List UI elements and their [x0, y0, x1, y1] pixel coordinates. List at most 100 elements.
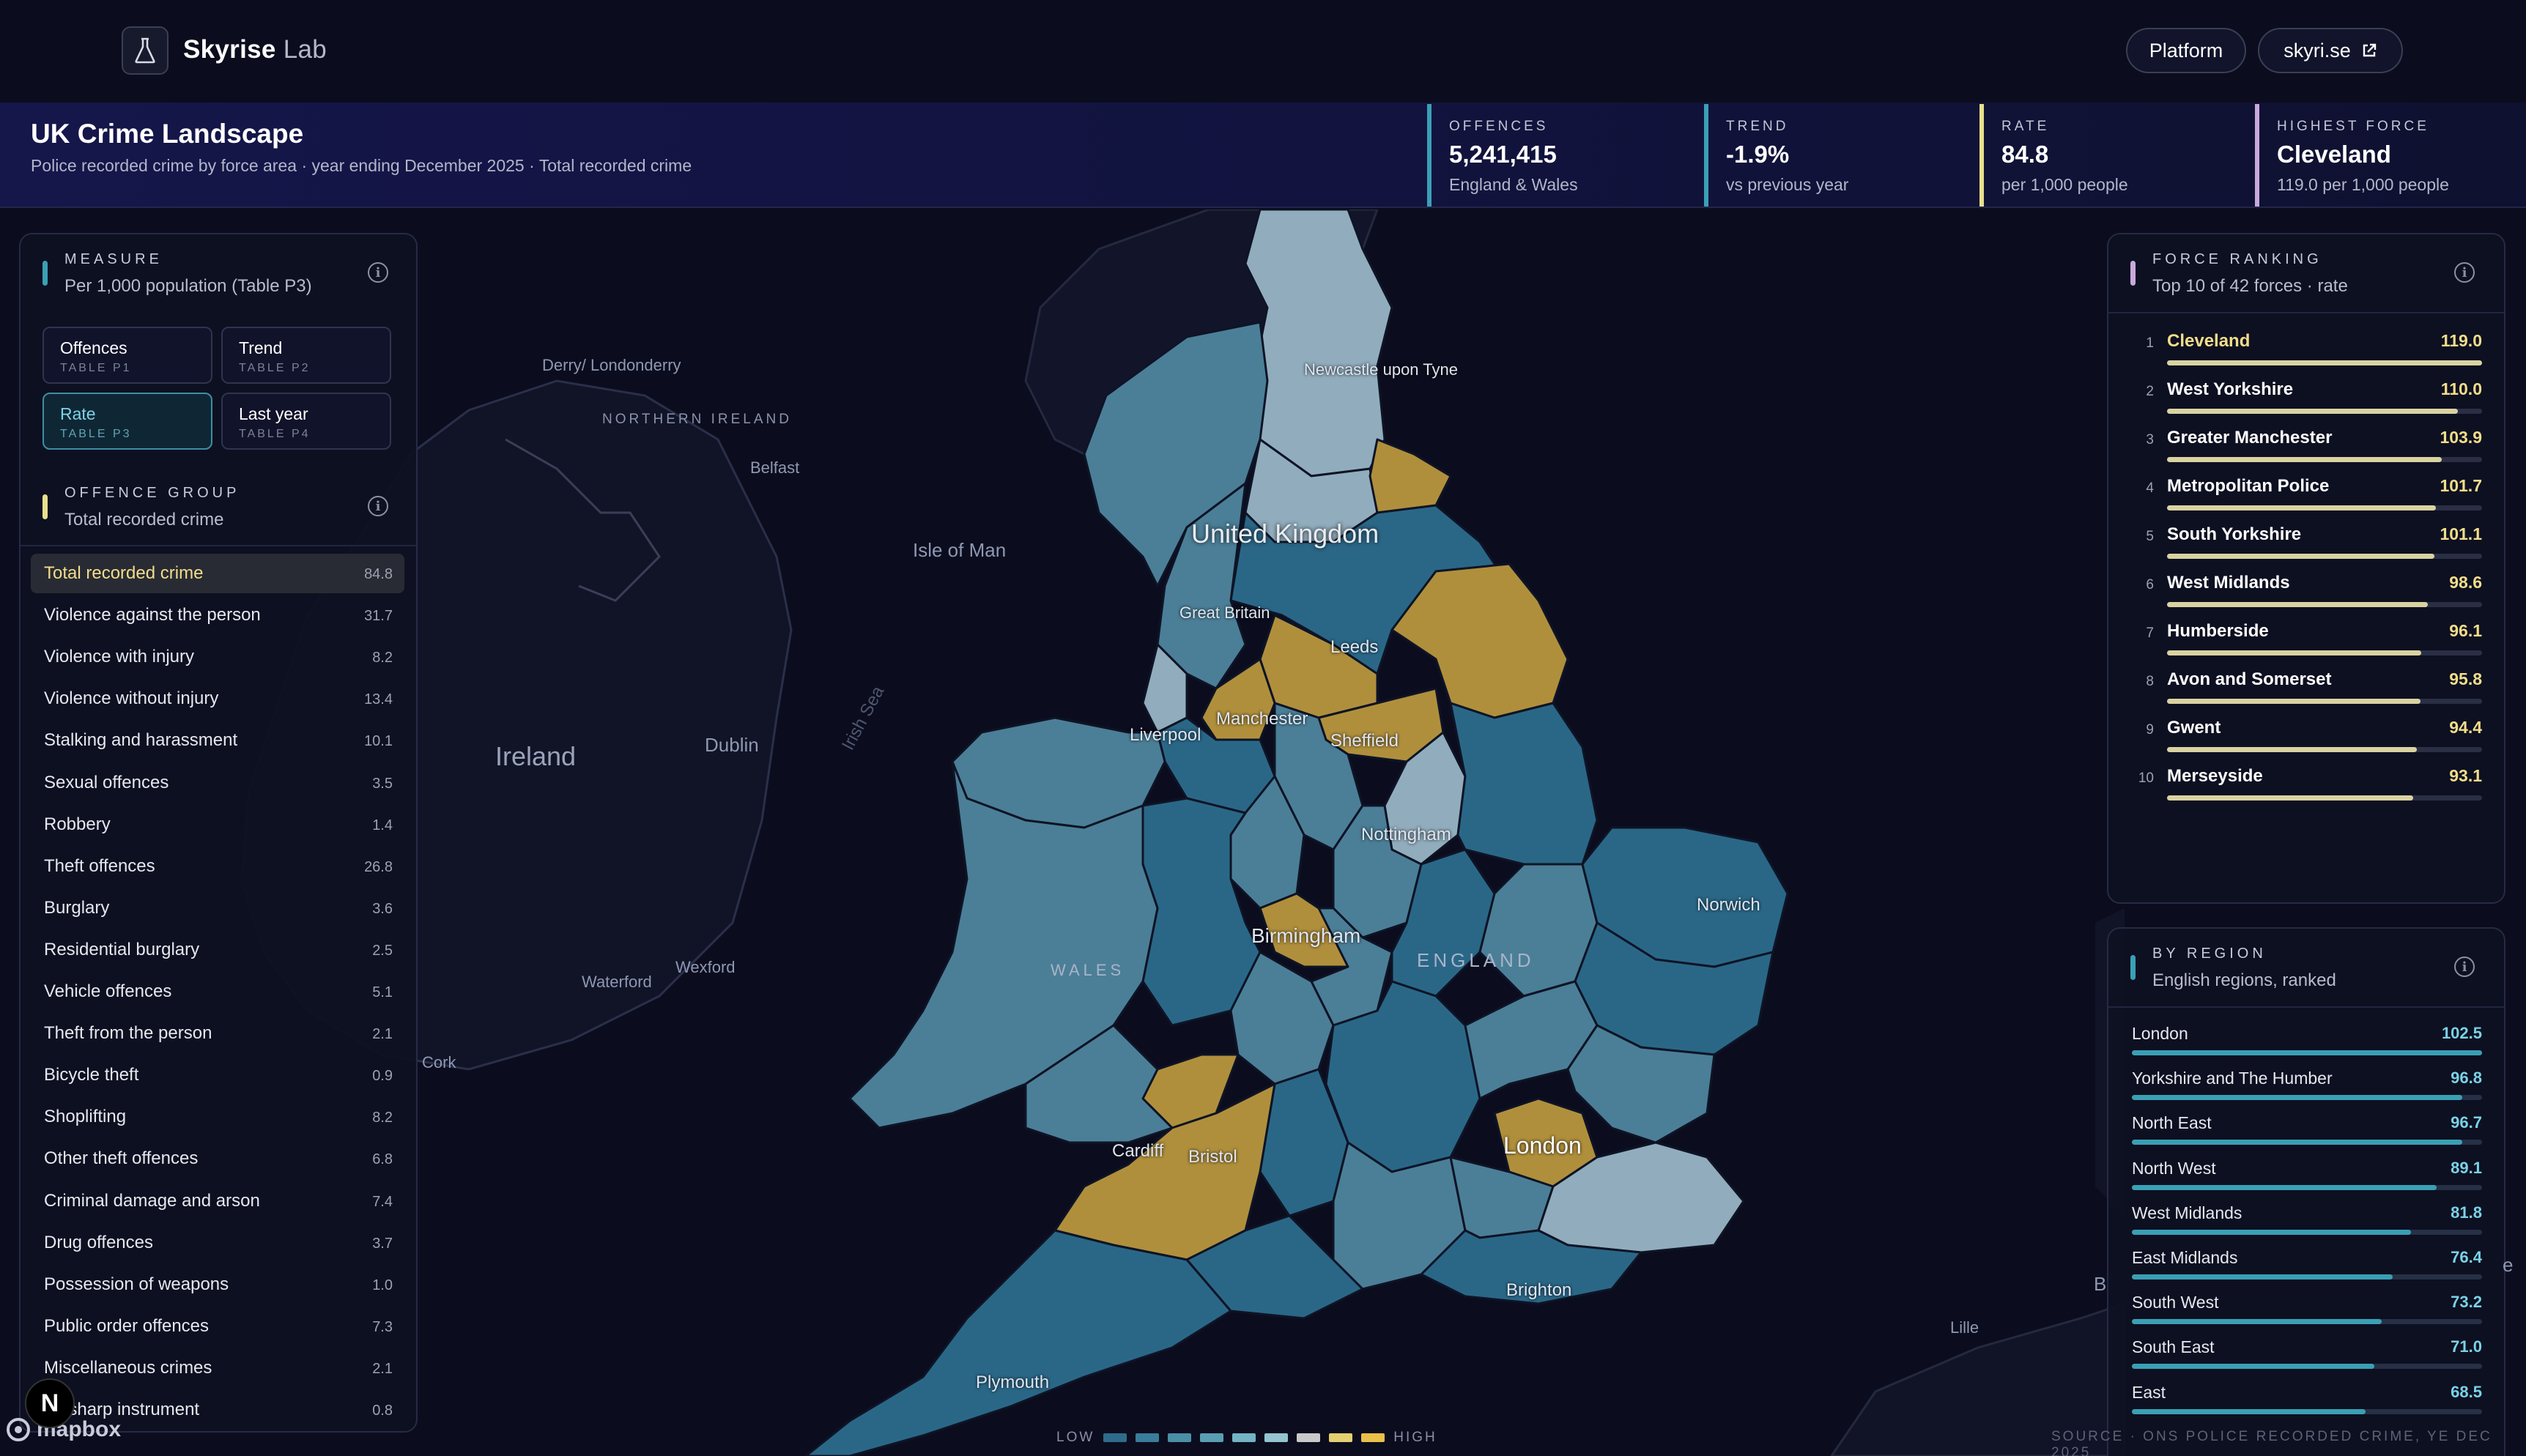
offence-item-value: 1.4	[372, 817, 393, 833]
measure-option-last-year[interactable]: Last year TABLE P4	[221, 393, 391, 450]
legend-swatches	[1103, 1433, 1385, 1442]
force-ranking-row[interactable]: 6 West Midlands 98.6	[2125, 565, 2482, 609]
force-rate-bar-fill	[2167, 554, 2435, 559]
force-rate-bar-fill	[2167, 747, 2418, 752]
offence-item[interactable]: Violence with injury 8.2	[31, 637, 404, 677]
force-ranking-info-icon[interactable]: i	[2454, 262, 2475, 283]
force-cleveland	[1368, 438, 1452, 514]
region-row[interactable]: West Midlands 81.8	[2132, 1197, 2482, 1241]
offence-item[interactable]: Residential burglary 2.5	[31, 930, 404, 970]
map-label-nottingham: Nottingham	[1361, 825, 1451, 844]
region-row[interactable]: North East 96.7	[2132, 1107, 2482, 1151]
kpi-sub: 119.0 per 1,000 people	[2277, 175, 2449, 194]
force-ranking-row[interactable]: 2 West Yorkshire 110.0	[2125, 372, 2482, 416]
force-rate-bar-fill	[2167, 457, 2442, 462]
brand-logo[interactable]: Skyrise Lab	[183, 35, 327, 64]
measure-option-label: Last year	[239, 404, 308, 423]
offence-item[interactable]: Burglary 3.6	[31, 888, 404, 928]
region-row[interactable]: East 68.5	[2132, 1377, 2482, 1421]
offence-item[interactable]: Criminal damage and arson 7.4	[31, 1181, 404, 1221]
force-rate-value: 119.0	[2440, 331, 2482, 350]
force-rank-number: 7	[2146, 625, 2154, 641]
force-devon-cornwall	[804, 1229, 1232, 1456]
measure-option-offences[interactable]: Offences TABLE P1	[42, 327, 212, 384]
platform-label: Platform	[2149, 39, 2223, 62]
region-row[interactable]: North West 89.1	[2132, 1153, 2482, 1197]
offence-item[interactable]: Miscellaneous crimes 2.1	[31, 1348, 404, 1388]
offence-item-name: Sexual offences	[44, 772, 169, 792]
region-row[interactable]: East Midlands 76.4	[2132, 1242, 2482, 1286]
measure-info-icon[interactable]: i	[368, 262, 388, 283]
legend-swatch	[1232, 1433, 1256, 1442]
site-link-button[interactable]: skyri.se	[2258, 28, 2403, 73]
force-ranking-row[interactable]: 8 Avon and Somerset 95.8	[2125, 662, 2482, 706]
by-region-info-icon[interactable]: i	[2454, 957, 2475, 977]
map-label-isle-of-man: Isle of Man	[913, 539, 1007, 561]
offence-item-value: 26.8	[364, 858, 393, 875]
legend-high-label: HIGH	[1393, 1430, 1437, 1445]
force-rate-value: 98.6	[2449, 573, 2482, 592]
measure-option-table: TABLE P4	[239, 428, 311, 440]
offence-item[interactable]: Violence without injury 13.4	[31, 679, 404, 718]
region-value: 73.2	[2451, 1293, 2482, 1312]
site-label: skyri.se	[2284, 39, 2351, 62]
kpi-value: -1.9%	[1726, 141, 1790, 168]
flask-icon[interactable]	[122, 26, 168, 75]
region-bar-fill	[2132, 1274, 2393, 1279]
offence-item[interactable]: Shoplifting 8.2	[31, 1097, 404, 1137]
map-label-liverpool: Liverpool	[1130, 725, 1201, 745]
region-row[interactable]: South West 73.2	[2132, 1287, 2482, 1331]
force-rate-bar-track	[2167, 554, 2482, 559]
region-row[interactable]: Yorkshire and The Humber 96.8	[2132, 1063, 2482, 1107]
measure-option-label: Rate	[60, 404, 96, 423]
map-label-dublin: Dublin	[705, 734, 759, 756]
force-ranking-row[interactable]: 5 South Yorkshire 101.1	[2125, 517, 2482, 561]
region-row[interactable]: South East 71.0	[2132, 1331, 2482, 1375]
map-label-newcastle: Newcastle upon Tyne	[1304, 360, 1458, 379]
force-rate-value: 110.0	[2440, 379, 2482, 398]
offence-item[interactable]: Robbery 1.4	[31, 805, 404, 844]
offence-item-value: 2.5	[372, 942, 393, 959]
offence-item[interactable]: Public order offences 7.3	[31, 1307, 404, 1346]
force-rate-value: 96.1	[2449, 621, 2482, 640]
force-rate-bar-fill	[2167, 650, 2422, 655]
offence-group-info-icon[interactable]: i	[368, 496, 388, 516]
force-rank-number: 3	[2146, 432, 2154, 447]
force-ranking-row[interactable]: 1 Cleveland 119.0	[2125, 324, 2482, 368]
region-bar-track	[2132, 1050, 2482, 1055]
map-label-sheffield: Sheffield	[1330, 731, 1399, 751]
offence-item[interactable]: Bicycle theft 0.9	[31, 1055, 404, 1095]
offence-item[interactable]: Sexual offences 3.5	[31, 763, 404, 803]
n-badge[interactable]: N	[25, 1378, 75, 1428]
offence-item[interactable]: Stalking and harassment 10.1	[31, 721, 404, 760]
offence-item[interactable]: Total recorded crime 84.8	[31, 554, 404, 593]
offence-item[interactable]: Theft from the person 2.1	[31, 1014, 404, 1053]
offence-item[interactable]: Possession of weapons 1.0	[31, 1265, 404, 1304]
map-label-england: ENGLAND	[1417, 949, 1535, 971]
platform-button[interactable]: Platform	[2126, 28, 2246, 73]
force-ranking-row[interactable]: 7 Humberside 96.1	[2125, 614, 2482, 658]
region-value: 71.0	[2451, 1337, 2482, 1356]
region-bar-fill	[2132, 1140, 2462, 1145]
force-ranking-row[interactable]: 9 Gwent 94.4	[2125, 710, 2482, 754]
offence-item[interactable]: Theft offences 26.8	[31, 847, 404, 886]
force-name: Avon and Somerset	[2167, 669, 2332, 689]
region-bar-track	[2132, 1184, 2482, 1190]
offence-item[interactable]: Vehicle offences 5.1	[31, 972, 404, 1011]
measure-option-trend[interactable]: Trend TABLE P2	[221, 327, 391, 384]
measure-option-table: TABLE P2	[239, 362, 311, 374]
legend-swatch	[1361, 1433, 1385, 1442]
region-row[interactable]: London 102.5	[2132, 1018, 2482, 1062]
offence-item[interactable]: Other theft offences 6.8	[31, 1139, 404, 1178]
measure-option-rate[interactable]: Rate TABLE P3	[42, 393, 212, 450]
force-ranking-row[interactable]: 4 Metropolitan Police 101.7	[2125, 469, 2482, 513]
force-ranking-row[interactable]: 10 Merseyside 93.1	[2125, 759, 2482, 803]
offence-item[interactable]: Drug offences 3.7	[31, 1223, 404, 1263]
map-label-great-britain: Great Britain	[1179, 603, 1270, 622]
force-ranking-row[interactable]: 3 Greater Manchester 103.9	[2125, 420, 2482, 464]
offence-item[interactable]: Violence against the person 31.7	[31, 595, 404, 635]
force-rank-number: 2	[2146, 384, 2154, 399]
offence-item-name: Theft offences	[44, 855, 155, 876]
region-bar-track	[2132, 1319, 2482, 1325]
legend-swatch	[1136, 1433, 1160, 1442]
